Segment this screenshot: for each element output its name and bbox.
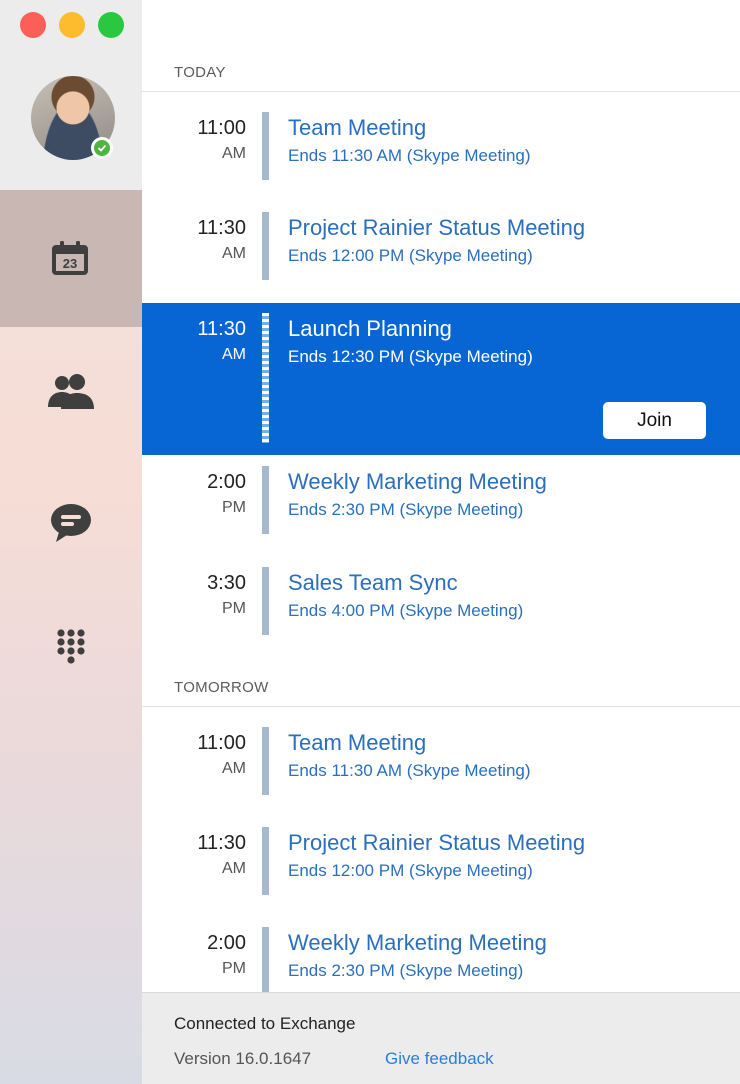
- meeting-duration-bar: [262, 727, 269, 795]
- meeting-duration-bar: [262, 827, 269, 895]
- meeting-title[interactable]: Sales Team Sync: [288, 569, 458, 597]
- meeting-subtitle: Ends 11:30 AM (Skype Meeting): [288, 146, 531, 165]
- sidebar: 23: [0, 0, 142, 1084]
- meeting-duration-bar: [262, 212, 269, 280]
- meeting-ampm: AM: [222, 145, 246, 162]
- meeting-duration-bar: [262, 466, 269, 534]
- meeting-item[interactable]: 11:00 AM Team Meeting Ends 11:30 AM (Sky…: [142, 102, 740, 202]
- sidebar-item-calendar[interactable]: 23: [0, 190, 142, 327]
- meeting-subtitle: Ends 12:00 PM (Skype Meeting): [288, 246, 533, 265]
- meeting-time: 2:00: [207, 932, 246, 954]
- meeting-duration-bar: [262, 112, 269, 180]
- meeting-ampm: AM: [222, 860, 246, 877]
- meeting-subtitle: Ends 4:00 PM (Skype Meeting): [288, 601, 524, 620]
- zoom-window-button[interactable]: [98, 12, 124, 38]
- meeting-subtitle: Ends 12:30 PM (Skype Meeting): [288, 347, 533, 366]
- meeting-title[interactable]: Weekly Marketing Meeting: [288, 468, 547, 496]
- meeting-item-selected[interactable]: 11:30 AM Launch Planning Ends 12:30 PM (…: [142, 303, 740, 455]
- meeting-ampm: AM: [222, 245, 246, 262]
- meeting-title[interactable]: Team Meeting: [288, 114, 426, 142]
- meeting-time: 11:00: [197, 117, 246, 139]
- status-footer: Connected to Exchange Version 16.0.1647 …: [142, 992, 740, 1084]
- meeting-ampm: PM: [222, 960, 246, 977]
- meeting-subtitle: Ends 12:00 PM (Skype Meeting): [288, 861, 533, 880]
- meeting-duration-bar: [262, 927, 269, 992]
- meeting-title[interactable]: Team Meeting: [288, 729, 426, 757]
- sidebar-item-dialpad[interactable]: [0, 589, 142, 709]
- meeting-list[interactable]: TODAY 11:00 AM Team Meeting Ends 11:30 A…: [142, 0, 740, 992]
- meeting-title[interactable]: Project Rainier Status Meeting: [288, 829, 585, 857]
- meeting-ampm: AM: [222, 760, 246, 777]
- svg-text:23: 23: [63, 256, 77, 271]
- meeting-subtitle: Ends 2:30 PM (Skype Meeting): [288, 500, 524, 519]
- join-meeting-button[interactable]: Join: [603, 402, 706, 439]
- meeting-time: 11:30: [197, 217, 246, 239]
- meeting-ampm: AM: [222, 346, 246, 363]
- meeting-title[interactable]: Weekly Marketing Meeting: [288, 929, 547, 957]
- chat-icon: [51, 504, 91, 542]
- section-header-today: TODAY: [142, 54, 740, 92]
- presence-available-icon: [91, 137, 113, 159]
- meeting-time: 2:00: [207, 471, 246, 493]
- close-window-button[interactable]: [20, 12, 46, 38]
- meeting-item[interactable]: 11:30 AM Project Rainier Status Meeting …: [142, 817, 740, 917]
- meeting-duration-bar: [262, 313, 269, 443]
- meeting-time: 11:30: [197, 832, 246, 854]
- give-feedback-link[interactable]: Give feedback: [385, 1049, 494, 1069]
- version-label: Version 16.0.1647: [174, 1049, 312, 1068]
- meeting-item[interactable]: 3:30 PM Sales Team Sync Ends 4:00 PM (Sk…: [142, 557, 740, 657]
- meeting-time: 3:30: [207, 572, 246, 594]
- meeting-title[interactable]: Project Rainier Status Meeting: [288, 214, 585, 242]
- meeting-subtitle: Ends 11:30 AM (Skype Meeting): [288, 761, 531, 780]
- section-header-tomorrow: TOMORROW: [142, 669, 740, 707]
- meeting-item[interactable]: 11:00 AM Team Meeting Ends 11:30 AM (Sky…: [142, 717, 740, 817]
- sidebar-item-chat[interactable]: [0, 457, 142, 589]
- meeting-ampm: PM: [222, 499, 246, 516]
- minimize-window-button[interactable]: [59, 12, 85, 38]
- calendar-icon: 23: [52, 240, 88, 275]
- contacts-icon: [48, 374, 94, 409]
- sidebar-item-contacts[interactable]: [0, 327, 142, 457]
- meeting-title[interactable]: Launch Planning: [288, 315, 452, 343]
- connection-status: Connected to Exchange: [174, 1014, 356, 1033]
- meeting-subtitle: Ends 2:30 PM (Skype Meeting): [288, 961, 524, 980]
- meeting-time: 11:30: [197, 318, 246, 340]
- meeting-item[interactable]: 11:30 AM Project Rainier Status Meeting …: [142, 202, 740, 302]
- meeting-item[interactable]: 2:00 PM Weekly Marketing Meeting Ends 2:…: [142, 917, 740, 992]
- meeting-item[interactable]: 2:00 PM Weekly Marketing Meeting Ends 2:…: [142, 456, 740, 556]
- meeting-duration-bar: [262, 567, 269, 635]
- meeting-ampm: PM: [222, 600, 246, 617]
- dialpad-icon: [57, 629, 85, 664]
- meeting-time: 11:00: [197, 732, 246, 754]
